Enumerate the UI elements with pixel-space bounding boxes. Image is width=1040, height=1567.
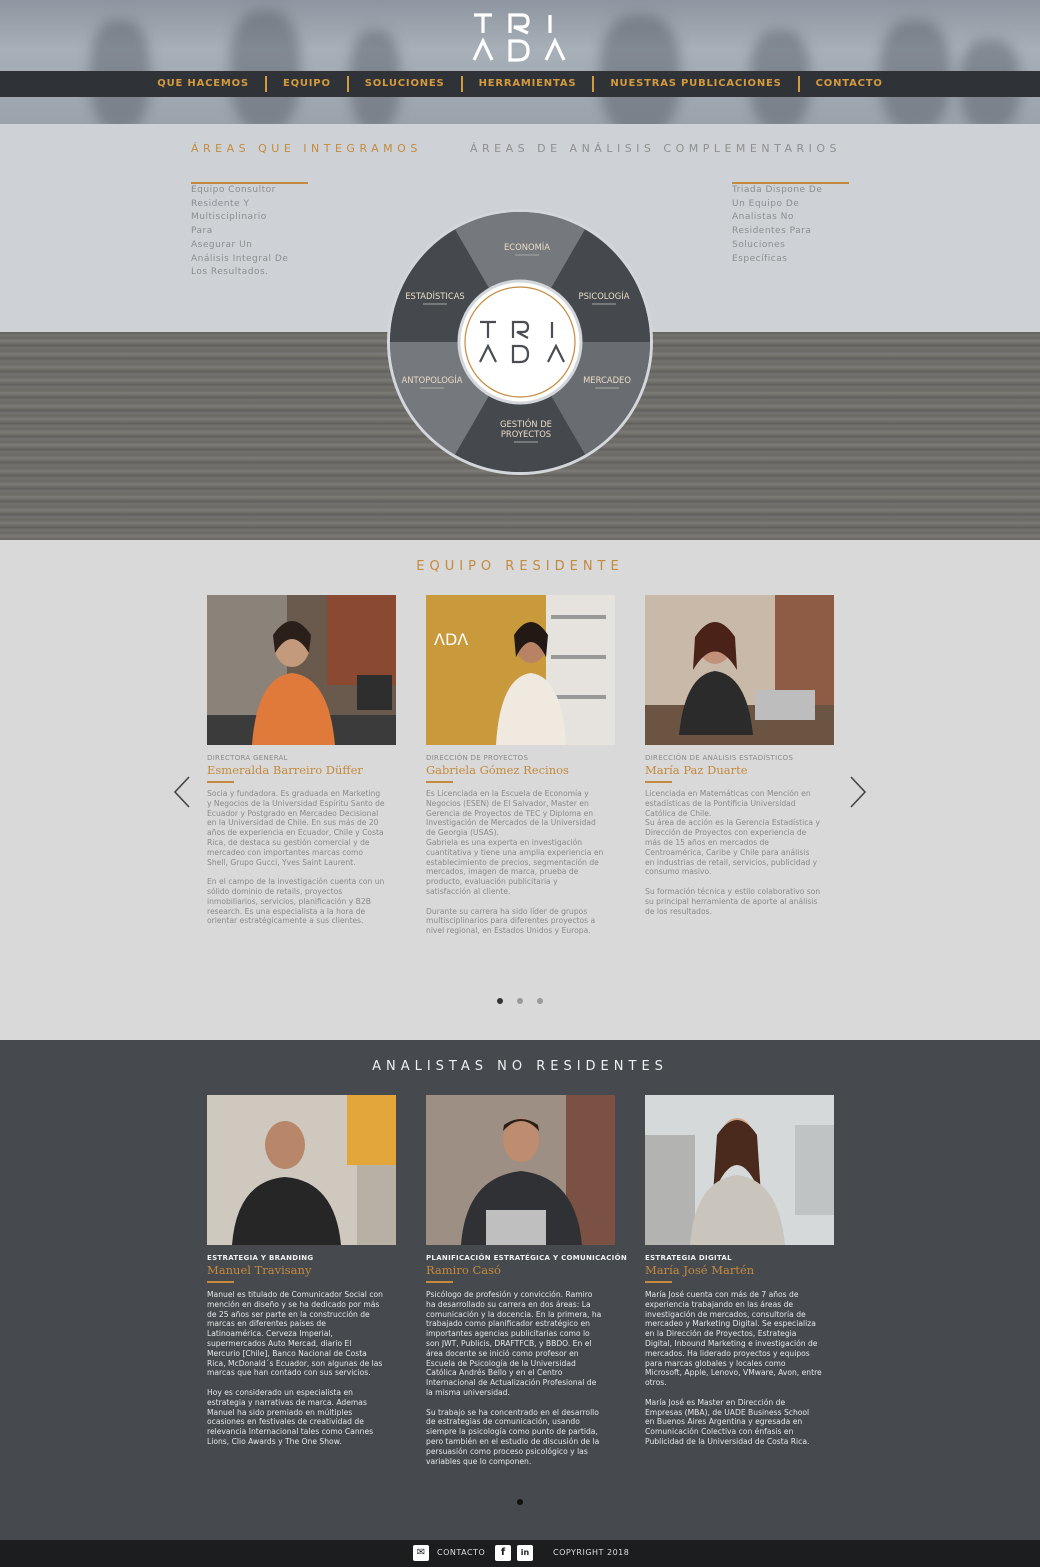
triada-logo[interactable] <box>470 10 570 64</box>
wheel-label-economia: ECONOMÍA <box>504 241 550 252</box>
analysts-title: ANALISTAS NO RESIDENTES <box>372 1059 668 1074</box>
name-underline <box>645 781 672 783</box>
analyst-role-1: PLANIFICACIÓN ESTRATÉGICA Y COMUNICACIÓN <box>426 1254 627 1262</box>
linkedin-icon[interactable]: in <box>517 1545 533 1561</box>
team-role-2: DIRECCIÓN DE ANÁLISIS ESTADÍSTICOS <box>645 754 794 762</box>
photo-gabriela: ΛDΛ <box>426 595 615 745</box>
team-bio-0: Socia y fundadora. Es graduada en Market… <box>207 789 385 926</box>
carousel-dot-2[interactable] <box>517 998 523 1004</box>
areas-left-title: ÁREAS QUE INTEGRAMOS <box>191 142 422 155</box>
main-nav: QUE HACEMOS EQUIPO SOLUCIONES HERRAMIENT… <box>0 71 1040 97</box>
wheel-label-antropologia: ANTOPOLOGÍA <box>402 374 463 385</box>
team-role-0: DIRECTORA GENERAL <box>207 754 288 762</box>
name-underline <box>426 1281 453 1283</box>
team-title: EQUIPO RESIDENTE <box>416 559 624 574</box>
carousel-prev-icon[interactable] <box>172 775 192 809</box>
photo-maria-paz <box>645 595 834 745</box>
name-underline <box>426 781 453 783</box>
name-underline <box>207 1281 234 1283</box>
team-bio-2: Licenciada en Matemáticas con Mención en… <box>645 789 821 916</box>
contact-icon[interactable]: ✉ <box>413 1545 429 1561</box>
nav-equipo[interactable]: EQUIPO <box>267 71 347 97</box>
carousel-dot-1[interactable] <box>497 998 503 1004</box>
svg-text:ΛDΛ: ΛDΛ <box>434 630 468 649</box>
team-name-1: Gabriela Gómez Recinos <box>426 763 569 777</box>
photo-ramiro <box>426 1095 615 1245</box>
wheel-label-estadisticas: ESTADÍSTICAS <box>405 290 465 301</box>
analyst-role-0: ESTRATEGIA Y BRANDING <box>207 1254 314 1262</box>
nav-contacto[interactable]: CONTACTO <box>800 71 899 97</box>
team-bio-1: Es Licenciada en la Escuela de Economía … <box>426 789 604 936</box>
photo-manuel <box>207 1095 396 1245</box>
footer-copyright: COPYRIGHT 2018 <box>553 1548 630 1557</box>
wheel-label-gestion: GESTIÓN DE <box>500 418 552 429</box>
nav-que-hacemos[interactable]: QUE HACEMOS <box>141 71 265 97</box>
analyst-name-1: Ramiro Casó <box>426 1263 501 1277</box>
footer: ✉ CONTACTO f in COPYRIGHT 2018 <box>0 1540 1040 1567</box>
areas-right-title: ÁREAS DE ANÁLISIS COMPLEMENTARIOS <box>470 142 842 155</box>
photo-maria-jose <box>645 1095 834 1245</box>
team-name-2: María Paz Duarte <box>645 763 748 777</box>
areas-left-text: Equipo Consultor Residente Y Multiscipli… <box>191 185 289 278</box>
analyst-bio-2: María José cuenta con más de 7 años de e… <box>645 1290 822 1446</box>
facebook-icon[interactable]: f <box>495 1545 511 1561</box>
nav-herramientas[interactable]: HERRAMIENTAS <box>463 71 593 97</box>
nav-soluciones[interactable]: SOLUCIONES <box>349 71 461 97</box>
team-role-1: DIRECCIÓN DE PROYECTOS <box>426 754 529 762</box>
analyst-name-0: Manuel Travisany <box>207 1263 312 1277</box>
wheel-label-psicologia: PSICOLOGÍA <box>579 290 630 301</box>
name-underline <box>207 781 234 783</box>
analysts-carousel-dot[interactable] <box>517 1499 523 1505</box>
wheel-label-proyectos: PROYECTOS <box>501 429 551 439</box>
wheel-label-mercadeo: MERCADEO <box>583 375 631 385</box>
name-underline <box>645 1281 672 1283</box>
nav-publicaciones[interactable]: NUESTRAS PUBLICACIONES <box>594 71 797 97</box>
analyst-role-2: ESTRATEGIA DIGITAL <box>645 1254 732 1262</box>
footer-contact-link[interactable]: CONTACTO <box>437 1548 485 1557</box>
carousel-dot-3[interactable] <box>537 998 543 1004</box>
carousel-next-icon[interactable] <box>848 775 868 809</box>
analyst-bio-1: Psicólogo de profesión y convicción. Ram… <box>426 1290 602 1466</box>
areas-wheel: ECONOMÍA PSICOLOGÍA MERCADEO GESTIÓN DE … <box>386 208 654 476</box>
team-name-0: Esmeralda Barreiro Düffer <box>207 763 363 777</box>
analyst-bio-0: Manuel es titulado de Comunicador Social… <box>207 1290 383 1446</box>
photo-esmeralda <box>207 595 396 745</box>
areas-right-text: Triada Dispone De Un Equipo De Analistas… <box>732 185 823 264</box>
analyst-name-2: María José Martén <box>645 1263 755 1277</box>
